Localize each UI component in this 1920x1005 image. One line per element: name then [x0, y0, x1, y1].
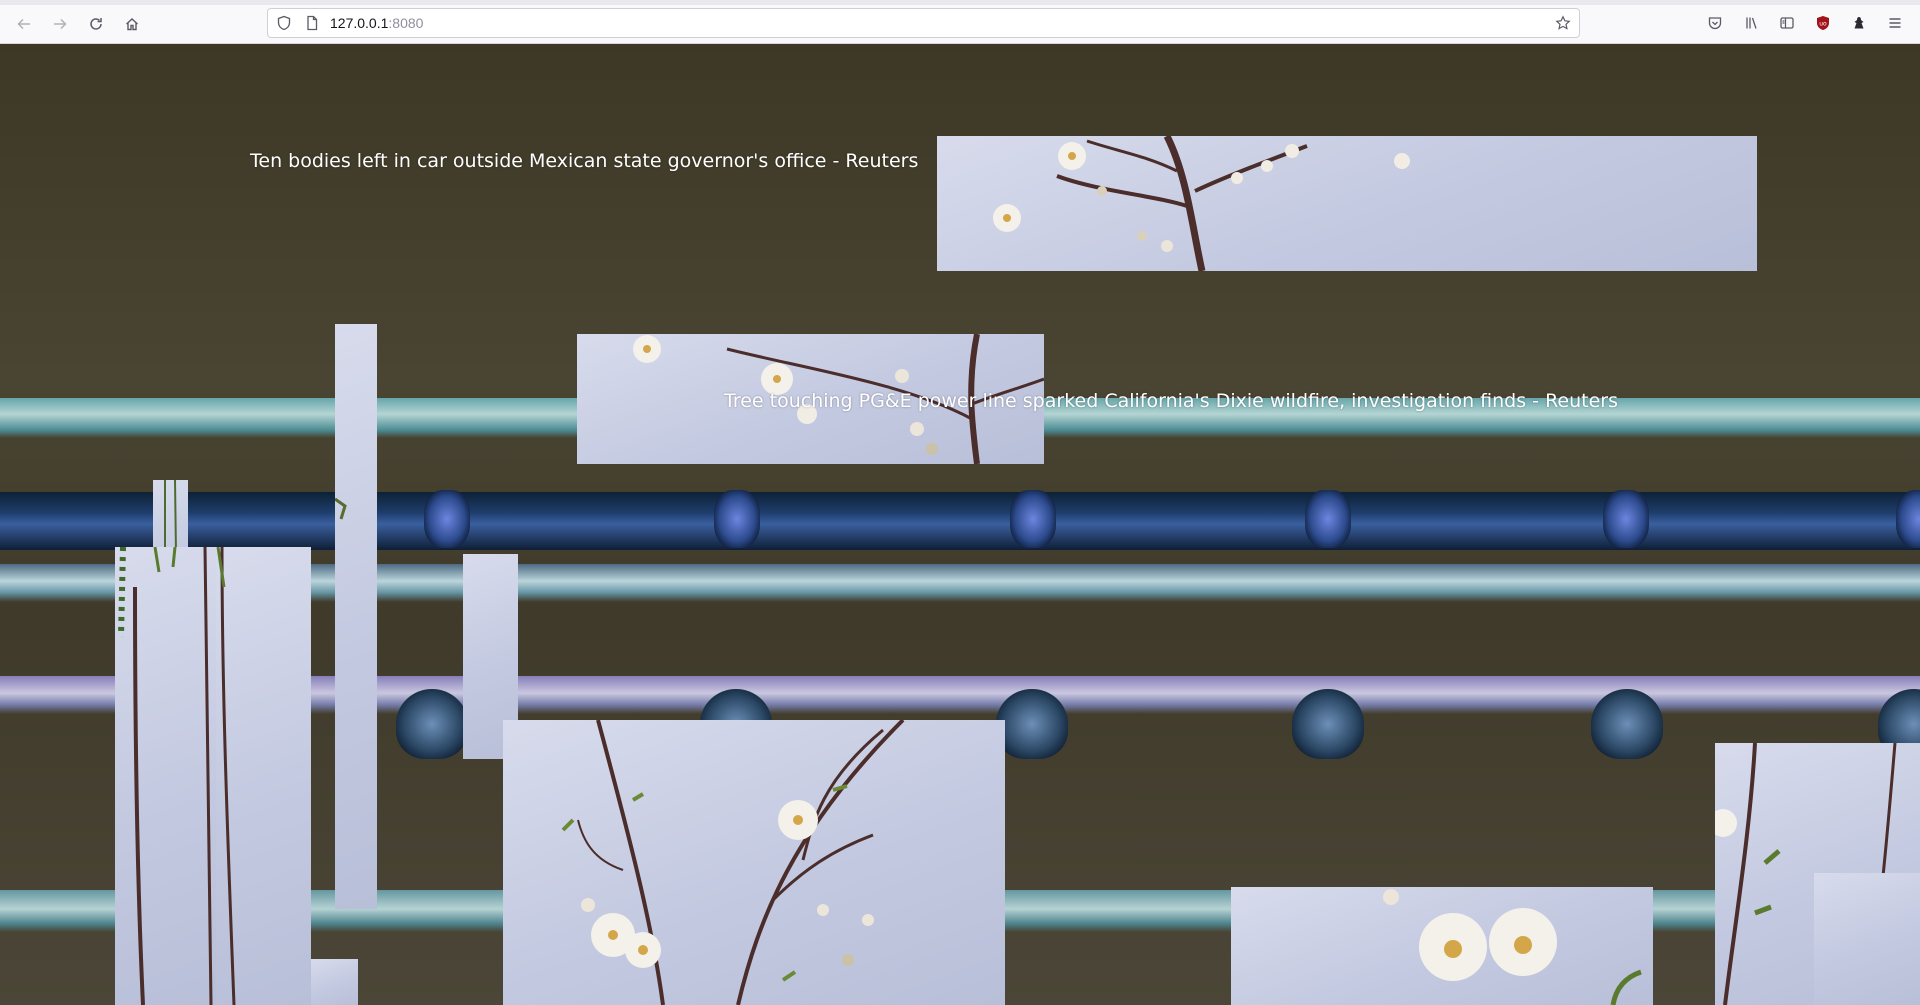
blossom-photo-fragment	[311, 959, 358, 1005]
library-icon	[1746, 17, 1757, 29]
background-knot	[1603, 490, 1649, 548]
pocket-button[interactable]	[1704, 12, 1726, 34]
library-button[interactable]	[1741, 12, 1763, 34]
page-info-icon[interactable]	[304, 15, 320, 31]
ublock-origin-button[interactable]: uo	[1812, 12, 1834, 34]
background-knot	[1305, 490, 1351, 548]
back-button[interactable]	[12, 12, 36, 36]
url-host: 127.0.0.1	[330, 15, 389, 31]
browser-toolbar: 127.0.0.1:8080 uo	[0, 0, 1920, 44]
background-knot	[1896, 490, 1920, 548]
blossom-photo-fragment	[503, 720, 1005, 1005]
blossom-photo-fragment	[216, 547, 311, 1005]
blossom-photo-fragment	[937, 136, 1757, 271]
pocket-icon	[1708, 17, 1722, 30]
ublock-origin-icon: uo	[1817, 16, 1829, 30]
blossom-photo-fragment	[335, 324, 377, 909]
background-ornament	[1292, 689, 1364, 759]
extension-button[interactable]	[1848, 12, 1870, 34]
arrow-left-icon	[17, 18, 30, 30]
url-bar[interactable]: 127.0.0.1:8080	[267, 8, 1580, 38]
blossom-photo-fragment	[1231, 887, 1653, 1005]
blossom-photo-fragment	[115, 547, 222, 1005]
arrow-right-icon	[54, 18, 67, 30]
svg-text:uo: uo	[1819, 21, 1827, 28]
tab-strip-edge	[0, 0, 1920, 5]
reload-icon	[90, 18, 102, 30]
forward-button[interactable]	[48, 12, 72, 36]
background-knot	[424, 490, 470, 548]
background-knot	[1010, 490, 1056, 548]
news-headline[interactable]: Ten bodies left in car outside Mexican s…	[250, 150, 918, 172]
star-icon[interactable]	[1555, 15, 1571, 31]
reload-button[interactable]	[84, 12, 108, 36]
background-ornament	[396, 689, 468, 759]
home-button[interactable]	[120, 12, 144, 36]
sidebar-button[interactable]	[1776, 12, 1798, 34]
news-headline[interactable]: Tree touching PG&E power line sparked Ca…	[724, 390, 1618, 412]
background-knot	[714, 490, 760, 548]
blossom-photo-fragment	[1814, 873, 1920, 1005]
extension-icon	[1854, 17, 1864, 29]
background-ornament	[996, 689, 1068, 759]
page-canvas: Ten bodies left in car outside Mexican s…	[0, 44, 1920, 1005]
url-port: :8080	[388, 15, 424, 31]
sidebar-icon	[1780, 17, 1794, 29]
home-icon	[126, 18, 138, 31]
tracking-protection-shield-icon[interactable]	[276, 15, 292, 31]
background-ornament	[1591, 689, 1663, 759]
hamburger-menu-icon	[1889, 18, 1901, 28]
url-text[interactable]: 127.0.0.1:8080	[330, 15, 423, 31]
menu-button[interactable]	[1884, 12, 1906, 34]
